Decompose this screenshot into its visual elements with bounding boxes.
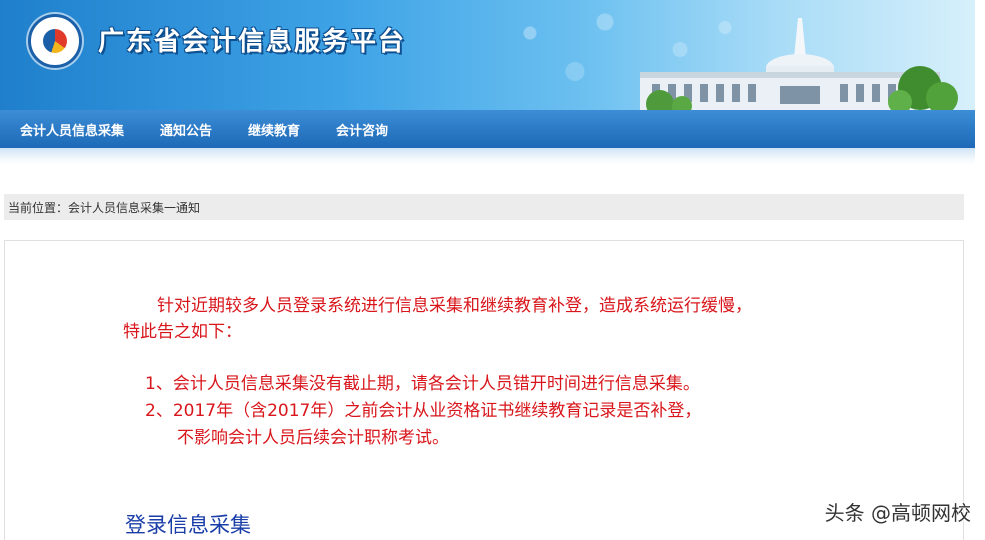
- notice-intro-line1: 针对近期较多人员登录系统进行信息采集和继续教育补登，造成系统运行缓慢，: [157, 296, 752, 316]
- login-info-collection-link[interactable]: 登录信息采集: [125, 509, 251, 539]
- nav-shadow: [0, 148, 975, 166]
- nav-item-info-collection[interactable]: 会计人员信息采集: [20, 120, 124, 139]
- site-header: 广东省会计信息服务平台: [0, 0, 975, 110]
- notice-content: 针对近期较多人员登录系统进行信息采集和继续教育补登，造成系统运行缓慢， 特此告之…: [4, 240, 964, 540]
- nav-item-continuing-education[interactable]: 继续教育: [248, 120, 300, 139]
- notice-item-2-line1: 2、2017年（含2017年）之前会计从业资格证书继续教育记录是否补登，: [145, 401, 702, 421]
- main-nav: 会计人员信息采集 通知公告 继续教育 会计咨询: [0, 110, 975, 148]
- watermark: 头条 @高顿网校: [824, 501, 971, 525]
- breadcrumb-prefix: 当前位置：: [8, 200, 69, 215]
- nav-item-notices[interactable]: 通知公告: [160, 120, 212, 139]
- building-illustration-icon: [640, 18, 958, 110]
- breadcrumb-path[interactable]: 会计人员信息采集一通知: [68, 199, 200, 216]
- notice-item-2-line2: 不影响会计人员后续会计职称考试。: [177, 428, 449, 448]
- site-title[interactable]: 广东省会计信息服务平台: [98, 22, 406, 62]
- breadcrumb: 当前位置： 会计人员信息采集一通知: [4, 194, 964, 220]
- notice-item-1: 1、会计人员信息采集没有截止期，请各会计人员错开时间进行信息采集。: [145, 374, 700, 394]
- site-logo-icon[interactable]: [28, 14, 82, 68]
- notice-intro-line2: 特此告之如下：: [123, 322, 242, 342]
- nav-item-accounting-consult[interactable]: 会计咨询: [336, 120, 388, 139]
